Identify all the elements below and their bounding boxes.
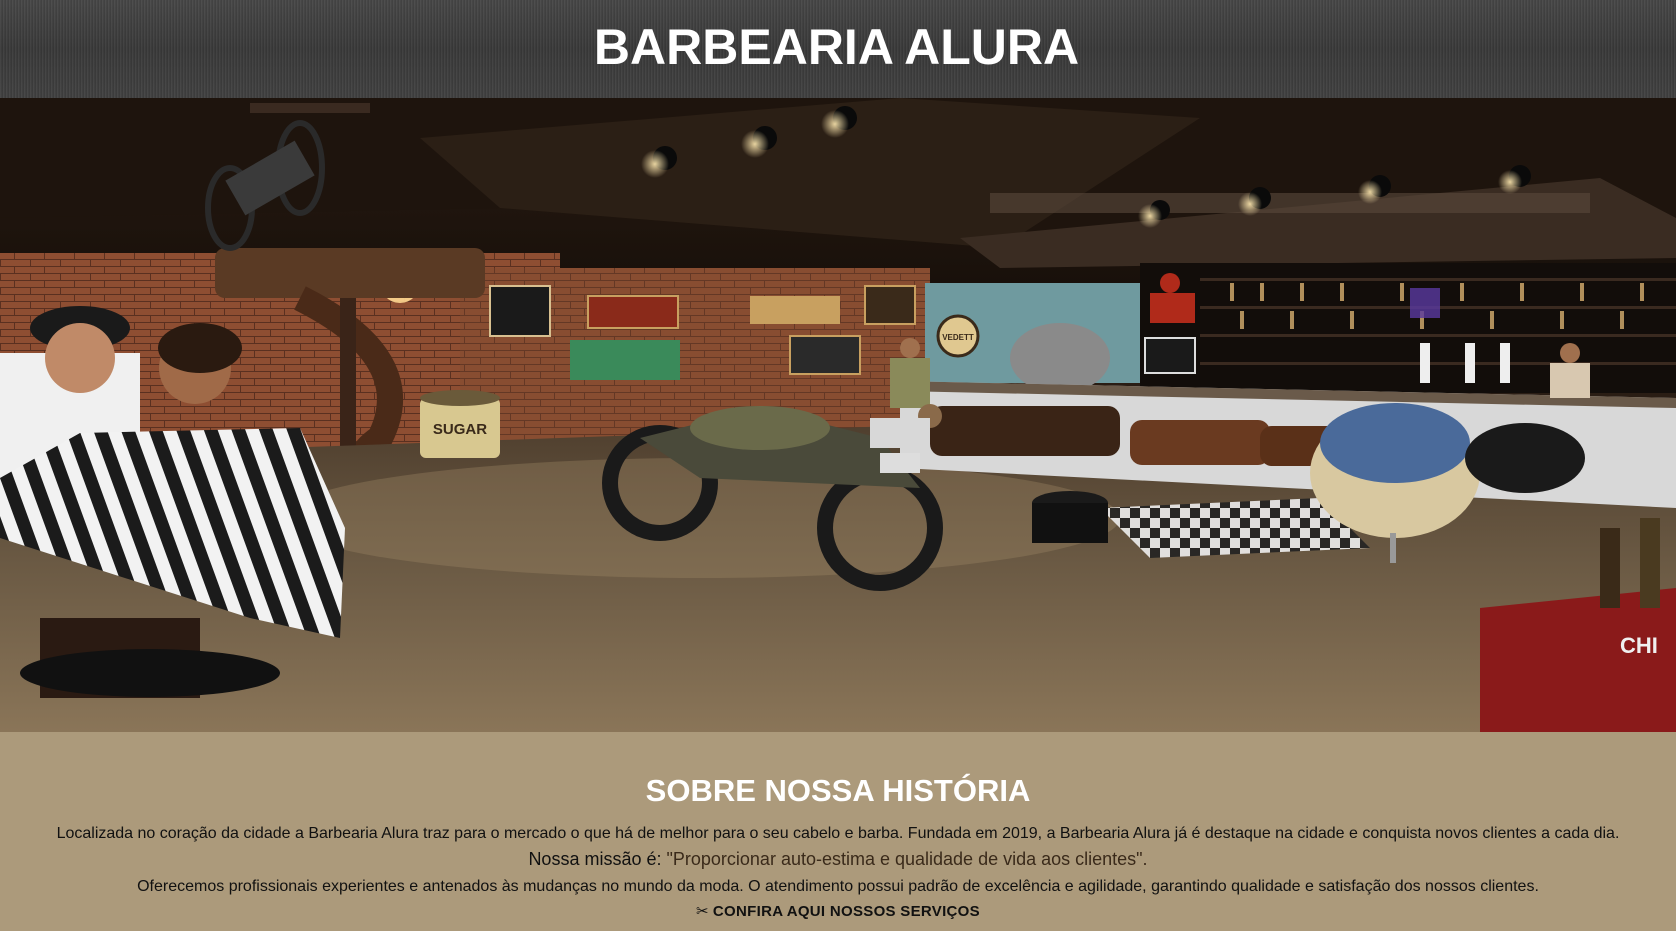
sugar-sign: SUGAR <box>433 421 487 438</box>
chi-sign: CHI <box>1620 633 1658 658</box>
services-link[interactable]: ✂ CONFIRA AQUI NOSSOS SERVIÇOS <box>0 902 1676 920</box>
about-section: SOBRE NOSSA HISTÓRIA Localizada no coraç… <box>0 732 1676 931</box>
site-header: BARBEARIA ALURA <box>0 0 1676 98</box>
barbershop-banner-image: VEDETT ☮ <box>0 98 1676 732</box>
site-title: BARBEARIA ALURA <box>593 19 1080 75</box>
services-link-label: CONFIRA AQUI NOSSOS SERVIÇOS <box>712 903 980 920</box>
mission-quote: "Proporcionar auto-estima e qualidade de… <box>666 849 1148 869</box>
vedett-sign: VEDETT <box>942 333 974 342</box>
about-heading: SOBRE NOSSA HISTÓRIA <box>645 773 1031 808</box>
about-paragraph-2: Oferecemos profissionais experientes e a… <box>137 878 1539 895</box>
scissors-icon: ✂ <box>696 903 709 920</box>
mission-statement: Nossa missão é: "Proporcionar auto-estim… <box>0 849 1676 870</box>
about-paragraph-1: Localizada no coração da cidade a Barbea… <box>56 825 1620 842</box>
mission-label: Nossa missão é: <box>528 849 667 869</box>
